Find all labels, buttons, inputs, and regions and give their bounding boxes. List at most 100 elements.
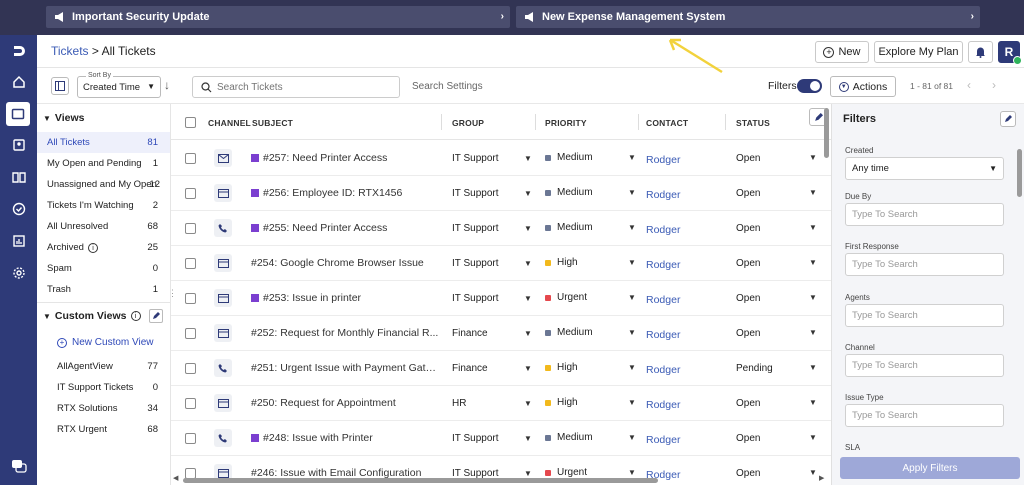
views-section-header[interactable]: ▼ Views bbox=[43, 112, 85, 124]
priority-select[interactable]: Medium bbox=[545, 152, 593, 163]
contact-link[interactable]: Rodger bbox=[646, 399, 680, 411]
priority-caret-down-icon[interactable]: ▼ bbox=[628, 293, 636, 302]
prev-page-button[interactable]: ‹ bbox=[967, 78, 971, 92]
column-header-priority[interactable]: PRIORITY bbox=[545, 118, 587, 128]
contact-link[interactable]: Rodger bbox=[646, 294, 680, 306]
priority-select[interactable]: High bbox=[545, 362, 578, 373]
contact-link[interactable]: Rodger bbox=[646, 364, 680, 376]
notifications-button[interactable] bbox=[968, 41, 993, 63]
actions-button[interactable]: ▼ Actions bbox=[830, 76, 896, 97]
row-checkbox[interactable] bbox=[185, 433, 196, 444]
priority-caret-down-icon[interactable]: ▼ bbox=[628, 398, 636, 407]
status-select[interactable]: Open bbox=[736, 153, 760, 164]
status-select[interactable]: Open bbox=[736, 293, 760, 304]
group-caret-down-icon[interactable]: ▼ bbox=[524, 189, 532, 198]
group-caret-down-icon[interactable]: ▼ bbox=[524, 154, 532, 163]
announcement-expense[interactable]: New Expense Management System › bbox=[516, 6, 980, 28]
search-settings-link[interactable]: Search Settings bbox=[412, 81, 483, 92]
contact-link[interactable]: Rodger bbox=[646, 154, 680, 166]
avatar[interactable]: R bbox=[998, 41, 1022, 65]
group-caret-down-icon[interactable]: ▼ bbox=[524, 469, 532, 478]
ticket-subject-link[interactable]: #257: Need Printer Access bbox=[251, 152, 441, 164]
group-select[interactable]: IT Support bbox=[452, 433, 499, 444]
column-header-subject[interactable]: SUBJECT bbox=[252, 118, 293, 128]
scroll-right-icon[interactable]: ▶ bbox=[819, 474, 824, 482]
table-row[interactable]: #256: Employee ID: RTX1456 IT Support ▼ Med… bbox=[171, 176, 831, 211]
priority-caret-down-icon[interactable]: ▼ bbox=[628, 433, 636, 442]
priority-select[interactable]: High bbox=[545, 397, 578, 408]
custom-view-item[interactable]: RTX Solutions 34 bbox=[37, 398, 170, 419]
priority-caret-down-icon[interactable]: ▼ bbox=[628, 223, 636, 232]
row-checkbox[interactable] bbox=[185, 293, 196, 304]
status-caret-down-icon[interactable]: ▼ bbox=[809, 258, 817, 267]
search-box[interactable] bbox=[192, 76, 400, 98]
status-select[interactable]: Open bbox=[736, 398, 760, 409]
row-checkbox[interactable] bbox=[185, 258, 196, 269]
group-select[interactable]: IT Support bbox=[452, 223, 499, 234]
scroll-left-icon[interactable]: ◀ bbox=[173, 474, 178, 482]
nav-home[interactable] bbox=[0, 69, 37, 95]
horizontal-scrollbar[interactable] bbox=[183, 478, 658, 483]
group-caret-down-icon[interactable]: ▼ bbox=[524, 329, 532, 338]
filter-search-input[interactable]: Type To Search bbox=[845, 253, 1004, 276]
table-row[interactable]: #251: Urgent Issue with Payment Gatew...… bbox=[171, 351, 831, 386]
apply-filters-button[interactable]: Apply Filters bbox=[840, 457, 1020, 479]
group-select[interactable]: IT Support bbox=[452, 293, 499, 304]
priority-select[interactable]: Medium bbox=[545, 432, 593, 443]
table-row[interactable]: #248: Issue with Printer IT Support ▼ Mediu… bbox=[171, 421, 831, 456]
next-page-button[interactable]: › bbox=[992, 78, 996, 92]
sort-direction-button[interactable]: ↓ bbox=[164, 78, 170, 92]
group-select[interactable]: Finance bbox=[452, 328, 488, 339]
nav-tasks[interactable] bbox=[0, 196, 37, 222]
view-spam[interactable]: Spam 0 bbox=[37, 258, 170, 279]
vertical-scrollbar[interactable] bbox=[824, 108, 829, 158]
group-caret-down-icon[interactable]: ▼ bbox=[524, 294, 532, 303]
priority-caret-down-icon[interactable]: ▼ bbox=[628, 363, 636, 372]
priority-select[interactable]: Urgent bbox=[545, 467, 587, 478]
row-checkbox[interactable] bbox=[185, 188, 196, 199]
contact-link[interactable]: Rodger bbox=[646, 224, 680, 236]
group-select[interactable]: HR bbox=[452, 398, 466, 409]
row-checkbox[interactable] bbox=[185, 223, 196, 234]
status-select[interactable]: Open bbox=[736, 188, 760, 199]
custom-view-item[interactable]: RTX Urgent 68 bbox=[37, 419, 170, 440]
status-select[interactable]: Open bbox=[736, 258, 760, 269]
layout-toggle-button[interactable] bbox=[51, 77, 69, 95]
nav-settings[interactable] bbox=[0, 260, 37, 286]
priority-select[interactable]: Urgent bbox=[545, 292, 587, 303]
group-select[interactable]: IT Support bbox=[452, 188, 499, 199]
status-select[interactable]: Open bbox=[736, 223, 760, 234]
priority-select[interactable]: Medium bbox=[545, 327, 593, 338]
priority-caret-down-icon[interactable]: ▼ bbox=[628, 468, 636, 477]
ticket-subject-link[interactable]: #250: Request for Appointment bbox=[251, 397, 441, 409]
filters-toggle[interactable] bbox=[797, 79, 822, 93]
group-caret-down-icon[interactable]: ▼ bbox=[524, 364, 532, 373]
ticket-subject-link[interactable]: #255: Need Printer Access bbox=[251, 222, 441, 234]
explore-plan-button[interactable]: Explore My Plan bbox=[874, 41, 963, 63]
ticket-subject-link[interactable]: #254: Google Chrome Browser Issue bbox=[251, 257, 441, 269]
priority-caret-down-icon[interactable]: ▼ bbox=[628, 153, 636, 162]
column-header-status[interactable]: STATUS bbox=[736, 118, 770, 128]
priority-caret-down-icon[interactable]: ▼ bbox=[628, 188, 636, 197]
nav-reports[interactable] bbox=[0, 228, 37, 254]
ticket-subject-link[interactable]: #256: Employee ID: RTX1456 bbox=[251, 187, 441, 199]
row-checkbox[interactable] bbox=[185, 398, 196, 409]
table-row[interactable]: #257: Need Printer Access IT Support ▼ Medi… bbox=[171, 141, 831, 176]
status-caret-down-icon[interactable]: ▼ bbox=[809, 433, 817, 442]
status-caret-down-icon[interactable]: ▼ bbox=[809, 363, 817, 372]
status-select[interactable]: Pending bbox=[736, 363, 773, 374]
view-archived[interactable]: Archived i 25 bbox=[37, 237, 170, 258]
sort-select[interactable]: Sort By Created Time ▼ bbox=[77, 72, 161, 98]
breadcrumb-tickets-link[interactable]: Tickets bbox=[51, 44, 89, 58]
new-button[interactable]: + New bbox=[815, 41, 869, 63]
contact-link[interactable]: Rodger bbox=[646, 434, 680, 446]
view-all-unresolved[interactable]: All Unresolved 68 bbox=[37, 216, 170, 237]
nav-knowledge-base[interactable] bbox=[0, 164, 37, 190]
nav-contacts[interactable] bbox=[0, 132, 37, 158]
announcement-security[interactable]: Important Security Update › bbox=[46, 6, 510, 28]
nav-logo[interactable] bbox=[0, 38, 37, 64]
status-caret-down-icon[interactable]: ▼ bbox=[809, 223, 817, 232]
filter-select[interactable]: Any time ▼ bbox=[845, 157, 1004, 180]
filter-search-input[interactable]: Type To Search bbox=[845, 203, 1004, 226]
group-select[interactable]: IT Support bbox=[452, 153, 499, 164]
